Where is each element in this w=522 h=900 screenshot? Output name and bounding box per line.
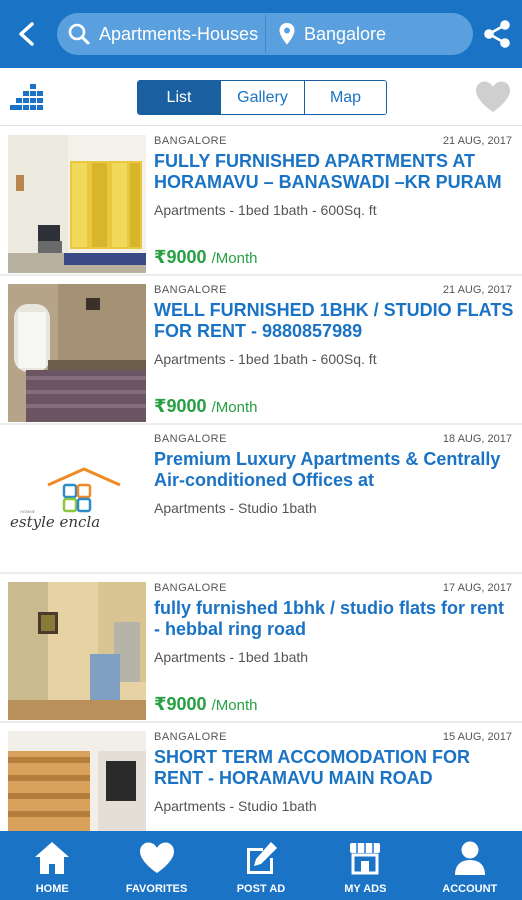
heart-icon xyxy=(476,81,510,112)
listing-date: 21 AUG, 2017 xyxy=(442,284,512,296)
category-grid-icon xyxy=(10,84,43,110)
nav-my-ads[interactable]: MY ADS xyxy=(313,831,417,900)
listing-list: BANGALORE 21 AUG, 2017 FULLY FURNISHED A… xyxy=(0,127,522,872)
listing-item[interactable]: BANGALORE 21 AUG, 2017 FULLY FURNISHED A… xyxy=(0,127,522,276)
listing-date: 18 AUG, 2017 xyxy=(442,433,512,445)
listing-city: BANGALORE xyxy=(154,582,227,594)
price-amount: ₹9000 xyxy=(154,247,207,267)
heart-icon xyxy=(139,842,174,873)
nav-post-ad[interactable]: POST AD xyxy=(209,831,313,900)
view-mode-tabs: List Gallery Map xyxy=(137,80,387,115)
listing-photo xyxy=(8,582,146,720)
location-selector[interactable]: Bangalore xyxy=(266,13,473,55)
map-pin-icon xyxy=(279,23,295,45)
nav-account-label: ACCOUNT xyxy=(442,883,498,895)
listing-item[interactable]: BANGALORE 17 AUG, 2017 fully furnished 1… xyxy=(0,574,522,723)
listing-title[interactable]: WELL FURNISHED 1BHK / STUDIO FLATS FOR R… xyxy=(154,300,514,342)
nav-post-ad-label: POST AD xyxy=(236,883,286,895)
price-amount: ₹9000 xyxy=(154,396,207,416)
listing-title[interactable]: fully furnished 1bhk / studio flats for … xyxy=(154,598,514,640)
back-button[interactable] xyxy=(10,16,44,52)
search-query-text: Apartments-Houses xyxy=(99,23,259,44)
category-button[interactable] xyxy=(10,82,44,112)
listing-details: Apartments - 1bed 1bath - 600Sq. ft xyxy=(154,351,377,367)
listing-price: ₹9000 /Month xyxy=(154,396,257,417)
tab-map[interactable]: Map xyxy=(304,81,386,114)
listing-date: 17 AUG, 2017 xyxy=(442,582,512,594)
logo-text: estyle encla xyxy=(10,513,100,531)
nav-home-label: HOME xyxy=(35,883,69,895)
listing-city: BANGALORE xyxy=(154,731,227,743)
listing-date: 15 AUG, 2017 xyxy=(442,731,512,743)
listing-city: BANGALORE xyxy=(154,433,227,445)
listing-price: ₹9000 /Month xyxy=(154,247,257,268)
listing-details: Apartments - 1bed 1bath xyxy=(154,649,309,665)
listing-title[interactable]: SHORT TERM ACCOMODATION FOR RENT - HORAM… xyxy=(154,747,514,789)
share-icon xyxy=(484,20,510,48)
home-icon xyxy=(35,842,70,874)
listing-item[interactable]: BANGALORE 21 AUG, 2017 WELL FURNISHED 1B… xyxy=(0,276,522,425)
tab-gallery[interactable]: Gallery xyxy=(220,81,304,114)
share-button[interactable] xyxy=(480,17,514,51)
listing-details: Apartments - Studio 1bath xyxy=(154,500,317,516)
nav-favorites[interactable]: FAVORITES xyxy=(104,831,208,900)
listing-details: Apartments - Studio 1bath xyxy=(154,798,317,814)
search-bar: Apartments-Houses Bangalore xyxy=(57,13,473,55)
nav-account[interactable]: ACCOUNT xyxy=(418,831,522,900)
top-app-bar: Apartments-Houses Bangalore xyxy=(0,0,522,68)
edit-icon xyxy=(246,842,277,874)
saved-search-button[interactable] xyxy=(474,80,512,114)
listing-photo xyxy=(8,135,146,273)
location-text: Bangalore xyxy=(304,23,387,44)
listing-price: ₹9000 /Month xyxy=(154,694,257,715)
tab-list[interactable]: List xyxy=(138,81,220,114)
listing-city: BANGALORE xyxy=(154,284,227,296)
nav-favorites-label: FAVORITES xyxy=(125,883,188,895)
arrow-left-icon xyxy=(19,22,34,46)
price-period: /Month xyxy=(211,697,258,714)
nav-home[interactable]: HOME xyxy=(0,831,104,900)
price-period: /Month xyxy=(211,250,258,267)
keyword-search-field[interactable]: Apartments-Houses xyxy=(57,13,265,55)
user-icon xyxy=(454,841,485,875)
listing-details: Apartments - 1bed 1bath - 600Sq. ft xyxy=(154,202,377,218)
price-period: /Month xyxy=(211,399,258,416)
listing-title[interactable]: Premium Luxury Apartments & Centrally Ai… xyxy=(154,449,514,491)
listing-title[interactable]: FULLY FURNISHED APARTMENTS AT HORAMAVU –… xyxy=(154,151,514,193)
listing-logo: HOMME estyle encla xyxy=(8,433,146,571)
listing-city: BANGALORE xyxy=(154,135,227,147)
view-toolbar: List Gallery Map xyxy=(0,68,522,126)
store-icon xyxy=(350,843,381,875)
listing-item[interactable]: HOMME estyle encla BANGALORE 18 AUG, 201… xyxy=(0,425,522,574)
listing-date: 21 AUG, 2017 xyxy=(442,135,512,147)
search-icon xyxy=(68,23,90,45)
listing-photo xyxy=(8,284,146,422)
price-amount: ₹9000 xyxy=(154,694,207,714)
bottom-navigation: HOME FAVORITES POST AD MY ADS ACCOUNT xyxy=(0,831,522,900)
nav-my-ads-label: MY ADS xyxy=(344,883,387,895)
